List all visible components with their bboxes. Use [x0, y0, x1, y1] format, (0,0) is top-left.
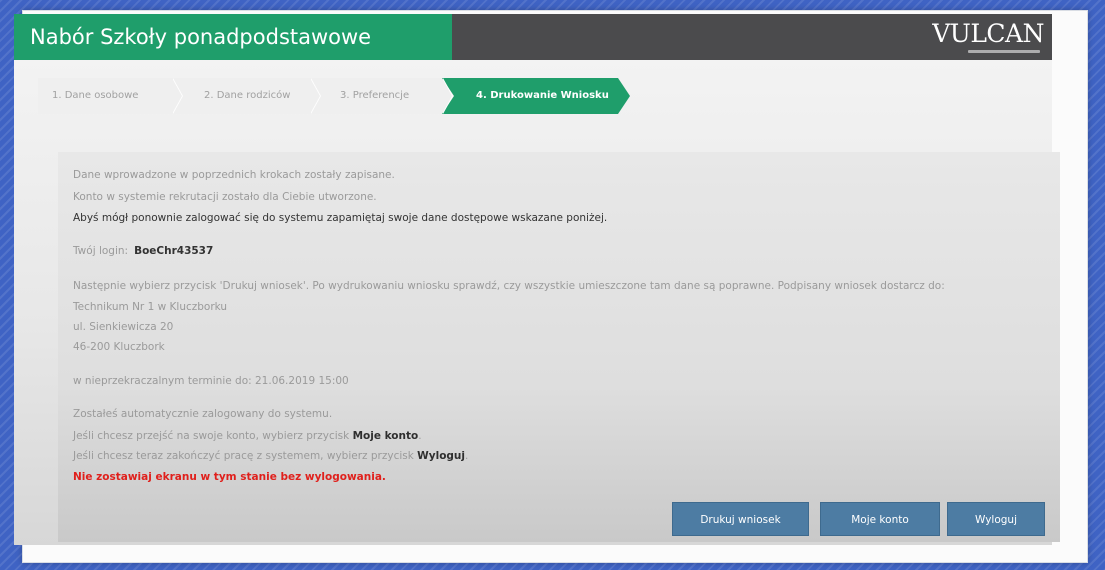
deadline-text: w nieprzekraczalnym terminie do: 21.06.2… — [73, 375, 349, 387]
my-account-button[interactable]: Moje konto — [820, 502, 940, 536]
vulcan-logo: VULCAN — [932, 19, 1044, 48]
print-application-button[interactable]: Drukuj wniosek — [672, 502, 809, 536]
page-title: Nabór Szkoły ponadpodstawowe — [14, 14, 452, 60]
wizard-steps: 1. Dane osobowe 2. Dane rodziców 3. Pref… — [38, 78, 630, 114]
message-panel — [58, 152, 1060, 542]
logo-tagline-mark — [968, 50, 1040, 53]
step-print-application[interactable]: 4. Drukowanie Wniosku — [442, 78, 630, 114]
login-row: Twój login: BoeChr43537 — [73, 245, 213, 257]
account-hint-button-name: Moje konto — [352, 430, 419, 442]
school-name: Technikum Nr 1 w Kluczborku — [73, 301, 228, 313]
logout-hint-text: Jeśli chcesz teraz zakończyć pracę z sys… — [73, 450, 414, 462]
step-preferences[interactable]: 3. Preferencje — [310, 78, 453, 114]
msg-account-created: Konto w systemie rekrutacji zostało dla … — [73, 191, 377, 203]
msg-remember-credentials: Abyś mógł ponownie zalogować się do syst… — [73, 212, 608, 224]
msg-saved: Dane wprowadzone w poprzednich krokach z… — [73, 169, 395, 181]
account-hint: Jeśli chcesz przejść na swoje konto, wyb… — [73, 430, 422, 442]
auto-login-text: Zostałeś automatycznie zalogowany do sys… — [73, 408, 333, 420]
logout-hint: Jeśli chcesz teraz zakończyć pracę z sys… — [73, 450, 469, 462]
school-street: ul. Sienkiewicza 20 — [73, 321, 174, 333]
logout-button[interactable]: Wyloguj — [947, 502, 1045, 536]
login-value: BoeChr43537 — [134, 245, 214, 257]
step-parents-data[interactable]: 2. Dane rodziców — [172, 78, 321, 114]
login-label: Twój login: — [73, 245, 129, 257]
msg-instructions: Następnie wybierz przycisk 'Drukuj wnios… — [73, 280, 945, 292]
school-city: 46-200 Kluczbork — [73, 341, 165, 353]
app-header: Nabór Szkoły ponadpodstawowe VULCAN — [14, 14, 1052, 60]
logout-hint-button-name: Wyloguj — [417, 450, 466, 462]
header-brand-area: VULCAN — [452, 14, 1052, 60]
account-hint-text: Jeśli chcesz przejść na swoje konto, wyb… — [73, 430, 350, 442]
logout-warning: Nie zostawiaj ekranu w tym stanie bez wy… — [73, 471, 386, 483]
step-personal-data[interactable]: 1. Dane osobowe — [38, 78, 183, 114]
